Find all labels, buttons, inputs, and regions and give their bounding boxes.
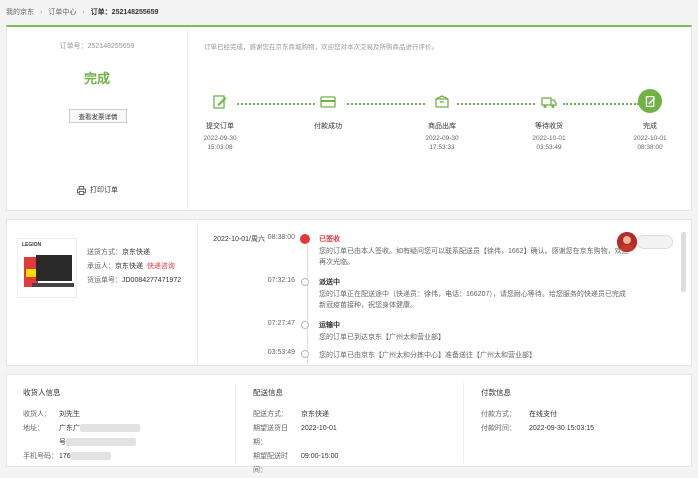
timeline-dot-icon	[301, 278, 309, 286]
step-submit-order: 提交订单 2022-09-30 15:03:08	[185, 93, 255, 152]
receiver-phone-value: 176	[59, 453, 71, 460]
tracking-time: 08:38:00	[267, 234, 295, 241]
ship-method-label: 送货方式：	[87, 249, 122, 256]
ship-method-value: 京东快递	[122, 249, 150, 256]
product-image[interactable]: LEGION	[17, 238, 77, 298]
divider	[463, 383, 464, 463]
receiver-address-line2: 号	[59, 439, 66, 446]
chevron-right-icon: ›	[40, 8, 43, 16]
check-circle-icon	[300, 234, 310, 244]
payment-time-label: 付款时间：	[481, 425, 516, 432]
waybill-value: JD0084277471972	[122, 277, 182, 284]
step-time: 15:03:08	[207, 144, 233, 151]
step-date: 2022-09-30	[203, 135, 237, 142]
card-icon	[319, 93, 337, 111]
delivery-date-label: 期望送货日期：	[253, 425, 288, 446]
receiver-phone-label: 手机号码：	[23, 453, 58, 460]
step-name: 提交订单	[206, 123, 234, 130]
status-tip: 订单已经完成，感谢您在京东商城购物，欢迎您对本次交易及所购商品进行评价。	[204, 44, 438, 51]
tracking-title: 已签收	[319, 236, 340, 243]
tracking-item: 03:53:49 您的订单已由京东【广州太和分拣中心】准备送往【广州太和营业部】	[205, 349, 605, 365]
step-time: 03:53:49	[536, 144, 562, 151]
payment-time-value: 2022-09-30 15:03:15	[529, 425, 594, 432]
tracking-text: 您的订单正在配送途中（快递员：徐伟，电话：166207），请您耐心等待。给您服务…	[319, 291, 626, 309]
payment-method-label: 付款方式：	[481, 411, 516, 418]
courier-inquiry-link[interactable]: 快递咨询	[147, 263, 175, 270]
delivery-method-label: 配送方式：	[253, 411, 288, 418]
tracking-text: 您的订单已由京东【广州太和分拣中心】准备送往【广州太和营业部】	[319, 352, 536, 359]
tracking-text: 您的订单已由本人签收。如有疑问您可以联系配送员【徐伟，1662】确认。感谢您在京…	[319, 248, 629, 266]
receiver-name-label: 收货人：	[23, 411, 51, 418]
view-invoice-button[interactable]: 查看发票详情	[69, 109, 127, 123]
step-completed: 完成 2022-10-01 08:38:00	[615, 89, 685, 152]
breadcrumb-home[interactable]: 我的京东	[6, 7, 34, 17]
delivery-title: 配送信息	[253, 388, 283, 397]
tracking-time: 07:27:47	[267, 320, 295, 327]
tracking-time: 03:53:49	[267, 349, 295, 356]
shipping-panel: LEGION 送货方式：京东快递 承运人：京东快递 快递咨询 货运单号：JD00…	[6, 219, 692, 366]
step-date: 2022-10-01	[532, 135, 566, 142]
step-date: 2022-09-30	[425, 135, 459, 142]
delivery-method-value: 京东快递	[301, 411, 329, 418]
tracking-title: 派送中	[319, 279, 340, 286]
step-shipped: 商品出库 2022-09-30 17:53:33	[407, 93, 477, 152]
edit-icon	[211, 93, 229, 111]
order-info-panel: 收货人信息 收货人： 刘先生 地址： 广东广 号 手机号码： 176 配送信息 配送方…	[6, 374, 692, 474]
timeline-dot-icon	[301, 321, 309, 329]
courier-toggle[interactable]	[637, 235, 673, 249]
breadcrumb: 我的京东 › 订单中心 › 订单：252148255659	[6, 6, 158, 18]
timeline-dot-icon	[301, 350, 309, 358]
carrier-value: 京东快递	[115, 263, 143, 270]
step-name: 付款成功	[314, 123, 342, 130]
breadcrumb-order-center[interactable]: 订单中心	[48, 7, 76, 17]
printer-icon	[77, 185, 86, 195]
order-status-panel: 订单号：252148255659 完成 查看发票详情 打印订单 订单已经完成，感…	[6, 25, 692, 211]
shipping-info: 送货方式：京东快递 承运人：京东快递 快递咨询 货运单号：JD008427747…	[87, 246, 181, 288]
payment-method-value: 在线支付	[529, 411, 557, 418]
step-name: 等待收货	[535, 123, 563, 130]
truck-icon	[540, 93, 558, 111]
payment-title: 付款信息	[481, 388, 511, 397]
tracking-time: 07:32:16	[267, 277, 295, 284]
box-icon	[433, 93, 451, 111]
receiver-info: 收货人信息 收货人： 刘先生 地址： 广东广 号 手机号码： 176	[23, 387, 140, 464]
delivery-time-value: 09:00-15:00	[301, 453, 339, 460]
print-order-label: 打印订单	[90, 187, 118, 194]
breadcrumb-current-order: 订单：252148255659	[90, 9, 159, 16]
step-time: 17:53:33	[429, 144, 455, 151]
step-name: 商品出库	[428, 123, 456, 130]
tracking-title: 运输中	[319, 322, 340, 329]
courier-avatar[interactable]	[617, 232, 637, 252]
step-time: 08:38:00	[637, 144, 663, 151]
delivery-time-label: 期望配送时间：	[253, 453, 288, 474]
step-awaiting-delivery: 等待收货 2022-10-01 03:53:49	[514, 93, 584, 152]
receiver-name-value: 刘先生	[59, 411, 80, 418]
tracking-date: 2022-10-01/周六	[213, 236, 265, 243]
carrier-label: 承运人：	[87, 263, 115, 270]
check-doc-icon	[638, 89, 662, 113]
order-state: 完成	[83, 71, 110, 86]
print-order-button[interactable]: 打印订单	[77, 185, 118, 195]
delivery-info: 配送信息 配送方式： 京东快递 期望送货日期： 2022-10-01 期望配送时间：…	[253, 387, 338, 478]
timeline-line	[307, 244, 308, 364]
step-date: 2022-10-01	[633, 135, 667, 142]
delivery-date-value: 2022-10-01	[301, 425, 337, 432]
step-payment: 付款成功	[293, 93, 363, 131]
divider	[235, 383, 236, 463]
payment-info: 付款信息 付款方式： 在线支付 付款时间： 2022-09-30 15:03:15	[481, 387, 594, 436]
chevron-right-icon: ›	[82, 8, 85, 16]
divider	[197, 220, 198, 365]
receiver-address-line1: 广东广	[59, 425, 80, 432]
order-number: 订单号：252148255659	[59, 43, 135, 50]
product-brand: LEGION	[22, 242, 42, 248]
waybill-label: 货运单号：	[87, 277, 122, 284]
tracking-text: 您的订单已到达京东【广州太和营业部】	[319, 334, 445, 341]
receiver-address-label: 地址：	[23, 425, 44, 432]
receiver-title: 收货人信息	[23, 388, 61, 397]
tracking-scrollbar[interactable]	[681, 232, 686, 292]
step-name: 完成	[643, 123, 657, 130]
